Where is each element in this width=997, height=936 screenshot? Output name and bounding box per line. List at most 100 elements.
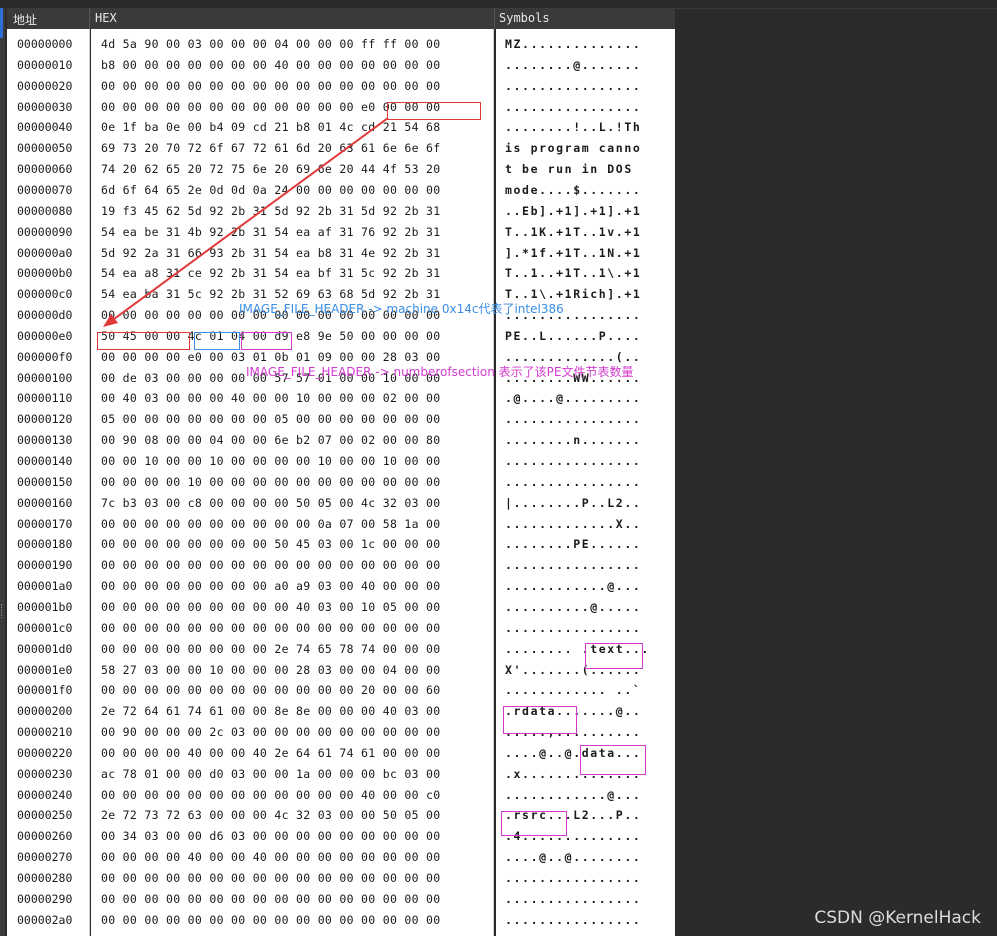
- address-cell[interactable]: 00000100: [17, 368, 72, 389]
- symbols-cell[interactable]: ................: [505, 910, 641, 931]
- address-cell[interactable]: 00000270: [17, 847, 72, 868]
- address-cell[interactable]: 00000030: [17, 97, 72, 118]
- splitter-grip[interactable]: [1, 604, 5, 618]
- address-cell[interactable]: 00000290: [17, 889, 72, 910]
- symbols-cell[interactable]: |........P..L2..: [505, 493, 641, 514]
- address-cell[interactable]: 00000220: [17, 743, 72, 764]
- hex-bytes-cell[interactable]: 00 00 00 00 00 00 00 00 00 00 00 00 20 0…: [101, 680, 441, 701]
- hex-bytes-cell[interactable]: 00 00 00 00 00 00 00 00 a0 a9 03 00 40 0…: [101, 576, 441, 597]
- symbols-cell[interactable]: ............ ..`: [505, 680, 641, 701]
- symbols-cell[interactable]: ................: [505, 97, 641, 118]
- hex-bytes-cell[interactable]: 74 20 62 65 20 72 75 6e 20 69 6e 20 44 4…: [101, 159, 441, 180]
- address-cell[interactable]: 000000e0: [17, 326, 72, 347]
- symbols-cell[interactable]: ........!..L.!Th: [505, 117, 641, 138]
- address-cell[interactable]: 00000210: [17, 722, 72, 743]
- hex-bytes-cell[interactable]: 7c b3 03 00 c8 00 00 00 00 50 05 00 4c 3…: [101, 493, 441, 514]
- hex-bytes-cell[interactable]: 00 00 00 00 40 00 00 40 2e 64 61 74 61 0…: [101, 743, 441, 764]
- symbols-pane[interactable]: MZ.............. ........@...............…: [496, 29, 675, 936]
- symbols-cell[interactable]: ................: [505, 889, 641, 910]
- address-cell[interactable]: 000001c0: [17, 618, 72, 639]
- address-cell[interactable]: 000001e0: [17, 660, 72, 681]
- symbols-cell[interactable]: ................: [505, 472, 641, 493]
- hex-bytes-cell[interactable]: 6d 6f 64 65 2e 0d 0d 0a 24 00 00 00 00 0…: [101, 180, 441, 201]
- hex-bytes-cell[interactable]: 4d 5a 90 00 03 00 00 00 04 00 00 00 ff f…: [101, 34, 441, 55]
- hex-bytes-cell[interactable]: 00 00 00 00 40 00 00 40 00 00 00 00 00 0…: [101, 847, 441, 868]
- hex-bytes-cell[interactable]: 00 00 00 00 00 00 00 00 00 00 00 00 00 0…: [101, 910, 441, 931]
- symbols-cell[interactable]: t be run in DOS: [505, 159, 641, 180]
- address-cell[interactable]: 000002a0: [17, 910, 72, 931]
- symbols-cell[interactable]: .............X..: [505, 514, 641, 535]
- hex-bytes-cell[interactable]: 00 00 00 00 00 00 00 00 00 00 00 00 00 0…: [101, 618, 441, 639]
- symbols-cell[interactable]: ................: [505, 555, 641, 576]
- hex-pane[interactable]: 4d 5a 90 00 03 00 00 00 04 00 00 00 ff f…: [91, 29, 494, 936]
- hex-bytes-cell[interactable]: 58 27 03 00 00 10 00 00 00 28 03 00 00 0…: [101, 660, 441, 681]
- address-cell[interactable]: 00000090: [17, 222, 72, 243]
- hex-bytes-cell[interactable]: 00 00 10 00 00 10 00 00 00 00 10 00 00 1…: [101, 451, 441, 472]
- address-cell[interactable]: 00000010: [17, 55, 72, 76]
- address-cell[interactable]: 00000070: [17, 180, 72, 201]
- hex-bytes-cell[interactable]: 00 00 00 00 00 00 00 00 00 00 00 00 00 0…: [101, 76, 441, 97]
- header-divider[interactable]: [89, 8, 90, 29]
- hex-bytes-cell[interactable]: 00 34 03 00 00 d6 03 00 00 00 00 00 00 0…: [101, 826, 441, 847]
- address-cell[interactable]: 00000020: [17, 76, 72, 97]
- symbols-cell[interactable]: ................: [505, 618, 641, 639]
- hex-column-header[interactable]: HEX: [95, 11, 117, 25]
- symbols-cell[interactable]: .@....@.........: [505, 388, 641, 409]
- address-cell[interactable]: 00000240: [17, 785, 72, 806]
- hex-bytes-cell[interactable]: 2e 72 64 61 74 61 00 00 8e 8e 00 00 00 4…: [101, 701, 441, 722]
- address-cell[interactable]: 000001f0: [17, 680, 72, 701]
- symbols-cell[interactable]: MZ..............: [505, 34, 641, 55]
- hex-bytes-cell[interactable]: 00 00 00 00 00 00 00 00 00 40 03 00 10 0…: [101, 597, 441, 618]
- address-cell[interactable]: 000000a0: [17, 243, 72, 264]
- address-cell[interactable]: 00000050: [17, 138, 72, 159]
- address-cell[interactable]: 00000060: [17, 159, 72, 180]
- hex-bytes-cell[interactable]: 00 00 00 00 10 00 00 00 00 00 00 00 00 0…: [101, 472, 441, 493]
- symbols-cell[interactable]: ..........@.....: [505, 597, 641, 618]
- hex-bytes-cell[interactable]: 00 00 00 00 00 00 00 00 00 00 00 00 00 0…: [101, 555, 441, 576]
- hex-bytes-cell[interactable]: 69 73 20 70 72 6f 67 72 61 6d 20 63 61 6…: [101, 138, 441, 159]
- address-cell[interactable]: 00000110: [17, 388, 72, 409]
- address-cell[interactable]: 00000160: [17, 493, 72, 514]
- hex-bytes-cell[interactable]: 00 00 00 00 00 00 00 00 00 00 00 00 40 0…: [101, 785, 441, 806]
- symbols-cell[interactable]: ..Eb].+1].+1].+1: [505, 201, 641, 222]
- address-pane[interactable]: 00000000 00000010 00000020 00000030 00000040…: [7, 29, 90, 936]
- symbols-cell[interactable]: ............@...: [505, 785, 641, 806]
- symbols-cell[interactable]: is program canno: [505, 138, 641, 159]
- address-cell[interactable]: 00000130: [17, 430, 72, 451]
- hex-bytes-cell[interactable]: 00 00 00 00 00 00 00 00 00 00 00 00 00 0…: [101, 868, 441, 889]
- symbols-cell[interactable]: PE..L......P....: [505, 326, 641, 347]
- address-cell[interactable]: 00000080: [17, 201, 72, 222]
- hex-bytes-cell[interactable]: 00 00 00 00 00 00 00 00 50 45 03 00 1c 0…: [101, 534, 441, 555]
- symbols-cell[interactable]: ].*1f.+1T..1N.+1: [505, 243, 641, 264]
- address-cell[interactable]: 000000b0: [17, 263, 72, 284]
- hex-bytes-cell[interactable]: 00 00 00 00 00 00 00 00 00 00 00 00 00 0…: [101, 889, 441, 910]
- address-cell[interactable]: 000000d0: [17, 305, 72, 326]
- address-cell[interactable]: 00000040: [17, 117, 72, 138]
- address-cell[interactable]: 000000f0: [17, 347, 72, 368]
- hex-bytes-cell[interactable]: 54 ea a8 31 ce 92 2b 31 54 ea bf 31 5c 9…: [101, 263, 441, 284]
- symbols-cell[interactable]: ................: [505, 409, 641, 430]
- symbols-cell[interactable]: ................: [505, 868, 641, 889]
- header-divider[interactable]: [494, 8, 495, 29]
- address-cell[interactable]: 00000230: [17, 764, 72, 785]
- address-cell[interactable]: 000001d0: [17, 639, 72, 660]
- address-cell[interactable]: 000001a0: [17, 576, 72, 597]
- address-cell[interactable]: 00000120: [17, 409, 72, 430]
- hex-bytes-cell[interactable]: 5d 92 2a 31 66 93 2b 31 54 ea b8 31 4e 9…: [101, 243, 441, 264]
- symbols-cell[interactable]: mode....$.......: [505, 180, 641, 201]
- hex-bytes-cell[interactable]: 54 ea be 31 4b 92 2b 31 54 ea af 31 76 9…: [101, 222, 441, 243]
- hex-bytes-cell[interactable]: b8 00 00 00 00 00 00 00 40 00 00 00 00 0…: [101, 55, 441, 76]
- symbols-cell[interactable]: ................: [505, 76, 641, 97]
- address-column-header[interactable]: 地址: [13, 11, 37, 28]
- symbols-cell[interactable]: ................: [505, 451, 641, 472]
- symbols-cell[interactable]: ............@...: [505, 576, 641, 597]
- hex-bytes-cell[interactable]: 00 40 03 00 00 00 40 00 00 10 00 00 00 0…: [101, 388, 441, 409]
- hex-bytes-cell[interactable]: 00 00 00 00 00 00 00 00 2e 74 65 78 74 0…: [101, 639, 441, 660]
- address-cell[interactable]: 00000170: [17, 514, 72, 535]
- symbols-cell[interactable]: ........@.......: [505, 55, 641, 76]
- address-cell[interactable]: 00000200: [17, 701, 72, 722]
- symbols-cell[interactable]: T..1K.+1T..1v.+1: [505, 222, 641, 243]
- address-cell[interactable]: 000001b0: [17, 597, 72, 618]
- symbols-cell[interactable]: ........PE......: [505, 534, 641, 555]
- address-cell[interactable]: 00000000: [17, 34, 72, 55]
